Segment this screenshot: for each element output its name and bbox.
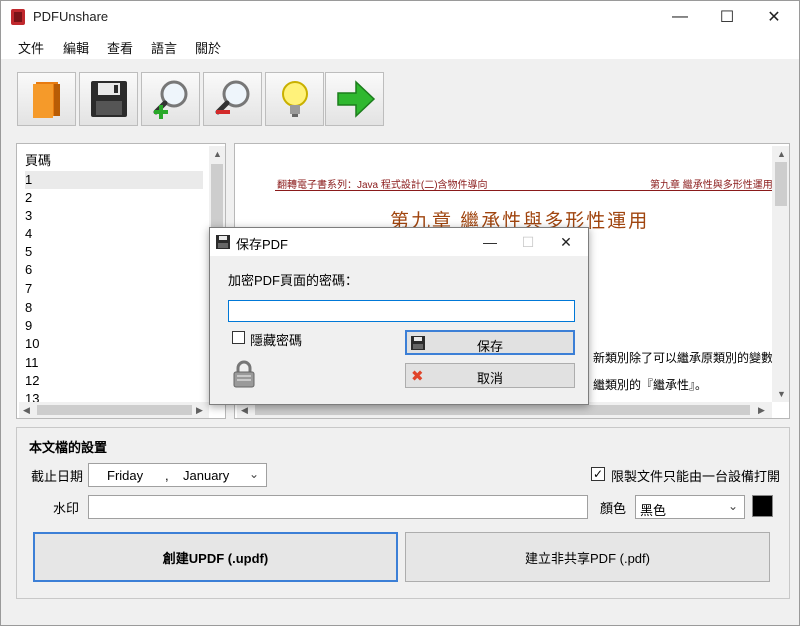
password-input[interactable] xyxy=(228,300,575,322)
color-select[interactable]: 黑色 ⌄ xyxy=(635,495,745,519)
menu-about[interactable]: 關於 xyxy=(195,38,221,57)
doc-header-right: 第九章 繼承性與多形性運用 xyxy=(650,180,773,191)
list-item[interactable]: 7 xyxy=(25,280,203,298)
page-list-hscroll-thumb[interactable] xyxy=(37,405,192,415)
app-icon xyxy=(11,9,25,25)
dialog-maximize-button: ☐ xyxy=(521,233,535,250)
page-list-header: 頁碼 xyxy=(25,153,52,168)
one-device-label: 限製文件只能由一台設備打開 xyxy=(611,469,781,484)
zoom-in-button[interactable] xyxy=(141,72,200,126)
color-label: 顏色 xyxy=(600,501,627,516)
list-item[interactable]: 10 xyxy=(25,335,203,353)
doc-text-line: 新類別除了可以繼承原類別的變數 xyxy=(593,351,774,365)
expiry-month: January xyxy=(183,468,230,483)
floppy-disk-icon xyxy=(90,81,127,117)
list-item[interactable]: 4 xyxy=(25,225,203,243)
arrow-right-icon xyxy=(336,80,375,118)
scroll-up-icon[interactable]: ▲ xyxy=(777,149,786,159)
minimize-button[interactable]: — xyxy=(657,1,703,33)
hide-password-checkbox[interactable] xyxy=(232,331,245,344)
color-select-value: 黑色 xyxy=(640,503,667,518)
next-button[interactable] xyxy=(325,72,384,126)
dialog-title: 保存PDF xyxy=(236,237,289,252)
dialog-cancel-button[interactable]: ✖ 取消 xyxy=(405,363,575,388)
list-item[interactable]: 12 xyxy=(25,372,203,390)
list-item[interactable]: 11 xyxy=(25,354,203,372)
lock-icon xyxy=(233,360,255,388)
chevron-down-icon[interactable]: ⌄ xyxy=(728,499,738,513)
tips-button[interactable] xyxy=(265,72,324,126)
preview-vscroll-thumb[interactable] xyxy=(775,162,787,206)
zoom-out-button[interactable] xyxy=(203,72,262,126)
expiry-date-label: 截止日期 xyxy=(31,469,84,484)
expiry-weekday: Friday xyxy=(107,468,144,483)
lightbulb-icon xyxy=(281,81,308,117)
expiry-separator: , xyxy=(165,468,169,483)
menu-language[interactable]: 語言 xyxy=(151,38,177,57)
book-icon xyxy=(32,82,60,118)
dialog-cancel-label: 取消 xyxy=(476,371,503,386)
one-device-checkbox[interactable]: ✓ xyxy=(591,467,605,481)
menu-file[interactable]: 文件 xyxy=(18,38,44,57)
doc-text-line: 繼類別的『繼承性』。 xyxy=(593,378,708,392)
watermark-input[interactable] xyxy=(88,495,588,519)
dialog-minimize-button[interactable]: — xyxy=(470,228,510,256)
settings-title: 本文檔的設置 xyxy=(29,440,108,455)
title-bar: PDFUnshare — ☐ ✕ xyxy=(1,1,799,33)
hide-password-label: 隱藏密碼 xyxy=(250,333,303,348)
dialog-close-button[interactable]: ✕ xyxy=(546,228,586,256)
document-settings: 本文檔的設置 截止日期 Friday , January ⌄ ✓ 限製文件只能由… xyxy=(16,427,790,599)
expiry-date-picker[interactable]: Friday , January ⌄ xyxy=(88,463,267,487)
list-item[interactable]: 2 xyxy=(25,189,203,207)
list-item[interactable]: 8 xyxy=(25,299,203,317)
main-window: PDFUnshare — ☐ ✕ 文件 編輯 查看 語言 關於 頁碼 1 2 3… xyxy=(0,0,800,626)
scroll-up-icon[interactable]: ▲ xyxy=(213,149,222,159)
watermark-label: 水印 xyxy=(53,501,80,516)
save-pdf-dialog: 保存PDF — ☐ ✕ 加密PDF頁面的密碼： 隱藏密碼 保存 ✖ 取消 xyxy=(209,227,589,405)
list-item[interactable]: 1 xyxy=(25,171,203,189)
scroll-left-icon[interactable]: ◀ xyxy=(23,405,30,416)
scroll-left-icon[interactable]: ◀ xyxy=(241,405,248,416)
zoom-out-icon xyxy=(215,80,249,115)
preview-hscroll-thumb[interactable] xyxy=(255,405,750,415)
zoom-in-icon xyxy=(153,80,187,119)
close-button[interactable]: ✕ xyxy=(751,1,797,33)
open-book-button[interactable] xyxy=(17,72,76,126)
password-prompt: 加密PDF頁面的密碼： xyxy=(228,273,359,288)
menu-edit[interactable]: 編輯 xyxy=(63,38,89,57)
scroll-right-icon[interactable]: ▶ xyxy=(758,405,765,416)
list-item[interactable]: 9 xyxy=(25,317,203,335)
doc-header-left: 翻轉電子書系列：Java 程式設計(二)含物件導向 xyxy=(277,180,488,191)
dialog-save-button[interactable]: 保存 xyxy=(405,330,575,355)
list-item[interactable]: 3 xyxy=(25,207,203,225)
list-item[interactable]: 5 xyxy=(25,243,203,261)
scroll-right-icon[interactable]: ▶ xyxy=(196,405,203,416)
page-list[interactable]: 頁碼 1 2 3 4 5 6 7 8 9 10 11 12 13 ▲ ◀ ▶ xyxy=(16,143,226,419)
scroll-down-icon[interactable]: ▼ xyxy=(777,389,786,399)
dialog-title-bar: 保存PDF — ☐ ✕ xyxy=(210,228,588,256)
list-item[interactable]: 6 xyxy=(25,261,203,279)
menu-bar: 文件 編輯 查看 語言 關於 xyxy=(1,33,799,59)
create-updf-button[interactable]: 創建UPDF (.updf) xyxy=(33,532,398,582)
menu-view[interactable]: 查看 xyxy=(107,38,133,57)
floppy-disk-icon xyxy=(216,235,230,249)
create-pdf-button[interactable]: 建立非共享PDF (.pdf) xyxy=(405,532,770,582)
chevron-down-icon[interactable]: ⌄ xyxy=(249,467,259,481)
maximize-button[interactable]: ☐ xyxy=(704,1,750,33)
save-button[interactable] xyxy=(79,72,138,126)
color-swatch[interactable] xyxy=(752,495,773,517)
window-title: PDFUnshare xyxy=(33,9,109,24)
doc-header-rule xyxy=(275,190,775,191)
dialog-save-label: 保存 xyxy=(476,339,503,354)
